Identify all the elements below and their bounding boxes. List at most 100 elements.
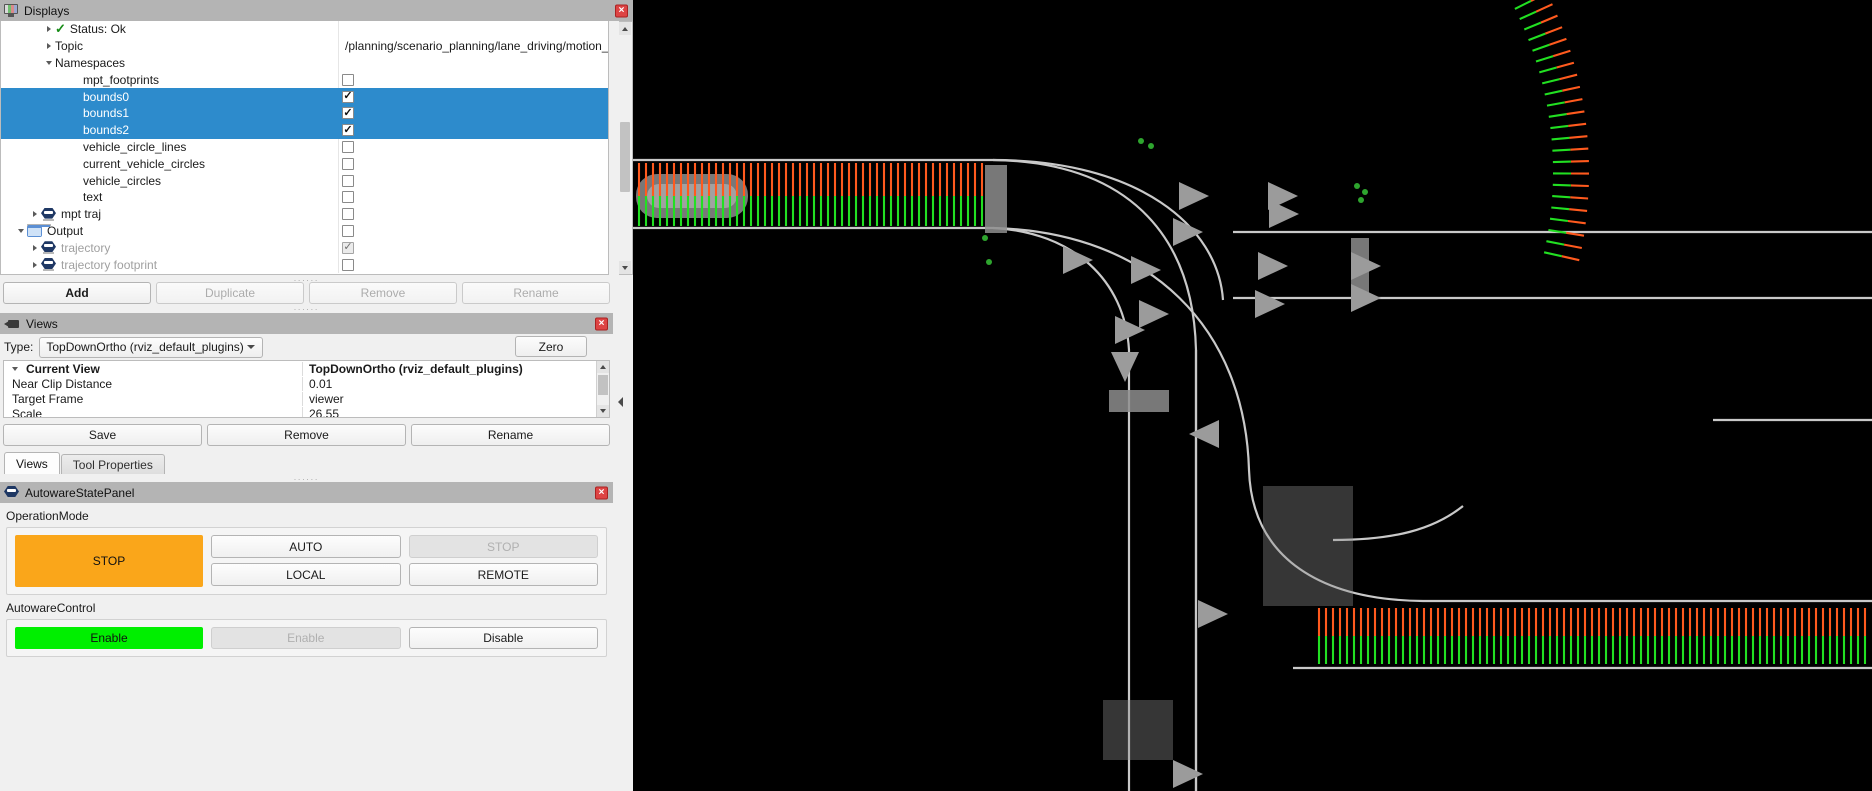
tree-row-value-cell[interactable] [338, 122, 608, 139]
rename-view-button[interactable]: Rename [411, 424, 610, 446]
displays-tree-scrollbar[interactable] [619, 21, 633, 275]
tree-row-value-cell[interactable] [338, 172, 608, 189]
operation-mode-auto-button[interactable]: AUTO [211, 535, 401, 558]
display-tree-row[interactable]: bounds2 [1, 122, 608, 139]
scrollbar-thumb[interactable] [620, 122, 630, 192]
tree-row-name-cell: current_vehicle_circles [1, 155, 338, 172]
view-properties-table[interactable]: Current ViewTopDownOrtho (rviz_default_p… [3, 360, 610, 418]
chevron-right-icon[interactable] [29, 208, 41, 220]
autoware-panel-close-icon[interactable] [595, 486, 608, 499]
visibility-checkbox[interactable] [342, 208, 354, 220]
tab-tool-properties[interactable]: Tool Properties [61, 454, 165, 474]
visibility-checkbox[interactable] [342, 74, 354, 86]
tab-views[interactable]: Views [4, 452, 60, 474]
visibility-checkbox[interactable] [342, 175, 354, 187]
display-tree-row[interactable]: ✓Status: Ok [1, 21, 608, 38]
rviz-3d-render-view[interactable] [633, 0, 1872, 791]
view-properties-scrollbar[interactable] [596, 361, 609, 417]
save-view-button[interactable]: Save [3, 424, 202, 446]
displays-tree[interactable]: ✓Status: OkTopic/planning/scenario_plann… [0, 21, 609, 275]
property-value[interactable]: TopDownOrtho (rviz_default_plugins) [302, 362, 609, 376]
operation-mode-local-button[interactable]: LOCAL [211, 563, 401, 586]
view-property-row[interactable]: Near Clip Distance0.01 [4, 376, 609, 391]
display-tree-row[interactable]: Topic/planning/scenario_planning/lane_dr… [1, 38, 608, 55]
property-name: Near Clip Distance [4, 377, 302, 391]
display-tree-row[interactable]: current_vehicle_circles [1, 155, 608, 172]
property-value[interactable]: 26.55 [302, 407, 609, 418]
tree-row-value-cell[interactable] [338, 239, 608, 256]
chevron-right-icon[interactable] [43, 40, 55, 52]
autoware-control-label: AutowareControl [0, 595, 613, 619]
visibility-checkbox[interactable] [342, 91, 354, 103]
tree-row-label: trajectory footprint [61, 258, 157, 272]
display-tree-row[interactable]: Output [1, 223, 608, 240]
visibility-checkbox[interactable] [342, 191, 354, 203]
display-tree-row[interactable]: mpt traj [1, 206, 608, 223]
tree-row-value-cell[interactable] [338, 155, 608, 172]
operation-mode-remote-button[interactable]: REMOTE [409, 563, 599, 586]
chevron-right-icon[interactable] [43, 23, 55, 35]
chevron-down-icon[interactable] [15, 225, 27, 237]
property-value[interactable]: viewer [302, 392, 609, 406]
tree-row-value-cell[interactable] [338, 21, 608, 38]
property-name: Target Frame [4, 392, 302, 406]
tree-row-value-cell[interactable] [338, 88, 608, 105]
visibility-checkbox[interactable] [342, 259, 354, 271]
chevron-down-icon[interactable] [43, 57, 55, 69]
scroll-up-icon[interactable] [597, 361, 609, 373]
operation-mode-group: STOP AUTOLOCAL STOPREMOTE [6, 527, 607, 595]
view-property-row[interactable]: Scale26.55 [4, 407, 609, 418]
scroll-up-icon[interactable] [619, 22, 631, 35]
display-tree-row[interactable]: mpt_footprints [1, 71, 608, 88]
splitter-displays-views[interactable]: ...... [0, 304, 613, 311]
folder-icon [27, 225, 42, 237]
tree-row-value-cell[interactable] [338, 206, 608, 223]
view-property-row[interactable]: Current ViewTopDownOrtho (rviz_default_p… [4, 361, 609, 376]
autoware-icon [41, 241, 56, 254]
chevron-right-icon[interactable] [29, 242, 41, 254]
visibility-checkbox[interactable] [342, 225, 354, 237]
display-tree-row[interactable]: vehicle_circle_lines [1, 139, 608, 156]
visibility-checkbox[interactable] [342, 141, 354, 153]
display-tree-row[interactable]: text [1, 189, 608, 206]
tree-row-value-cell[interactable] [338, 71, 608, 88]
visibility-checkbox[interactable] [342, 242, 354, 254]
scroll-down-icon[interactable] [597, 405, 609, 417]
remove-view-button[interactable]: Remove [207, 424, 406, 446]
zero-button[interactable]: Zero [515, 336, 587, 357]
view-property-row[interactable]: Target Frameviewer [4, 391, 609, 406]
visibility-checkbox[interactable] [342, 107, 354, 119]
chevron-right-icon[interactable] [29, 259, 41, 271]
displays-panel-close-icon[interactable] [615, 4, 628, 17]
tree-row-value-cell[interactable] [338, 55, 608, 72]
display-tree-row[interactable]: bounds0 [1, 88, 608, 105]
scroll-down-icon[interactable] [619, 261, 631, 274]
control-disable-button[interactable]: Disable [409, 627, 599, 649]
tree-row-value-cell[interactable] [338, 223, 608, 240]
tree-row-value-cell[interactable] [338, 189, 608, 206]
chevron-down-icon[interactable] [9, 363, 21, 375]
display-tree-row[interactable]: bounds1 [1, 105, 608, 122]
tree-row-value-cell[interactable] [338, 256, 608, 273]
displays-button-row: AddDuplicateRemoveRename [0, 282, 613, 304]
tree-row-value-cell[interactable]: /planning/scenario_planning/lane_driving… [338, 38, 608, 55]
visibility-checkbox[interactable] [342, 124, 354, 136]
visibility-checkbox[interactable] [342, 158, 354, 170]
dock-collapse-handle[interactable] [614, 390, 626, 414]
views-panel-close-icon[interactable] [595, 317, 608, 330]
tree-row-value-cell[interactable] [338, 139, 608, 156]
property-value[interactable]: 0.01 [302, 377, 609, 391]
tree-row-label: bounds0 [83, 90, 129, 104]
tree-spacer [71, 74, 83, 86]
views-panel-titlebar: Views [0, 313, 613, 334]
add-display-button[interactable]: Add [3, 282, 151, 304]
display-tree-row[interactable]: vehicle_circles [1, 172, 608, 189]
display-tree-row[interactable]: trajectory footprint [1, 256, 608, 273]
splitter-views-autoware[interactable]: ...... [0, 474, 613, 481]
display-tree-row[interactable]: trajectory [1, 239, 608, 256]
display-tree-row[interactable]: Namespaces [1, 55, 608, 72]
view-type-combobox[interactable]: TopDownOrtho (rviz_default_plugins) [39, 337, 263, 358]
tree-row-value-cell[interactable] [338, 105, 608, 122]
splitter-displays[interactable]: ...... [0, 275, 613, 282]
scrollbar-thumb[interactable] [598, 375, 608, 395]
